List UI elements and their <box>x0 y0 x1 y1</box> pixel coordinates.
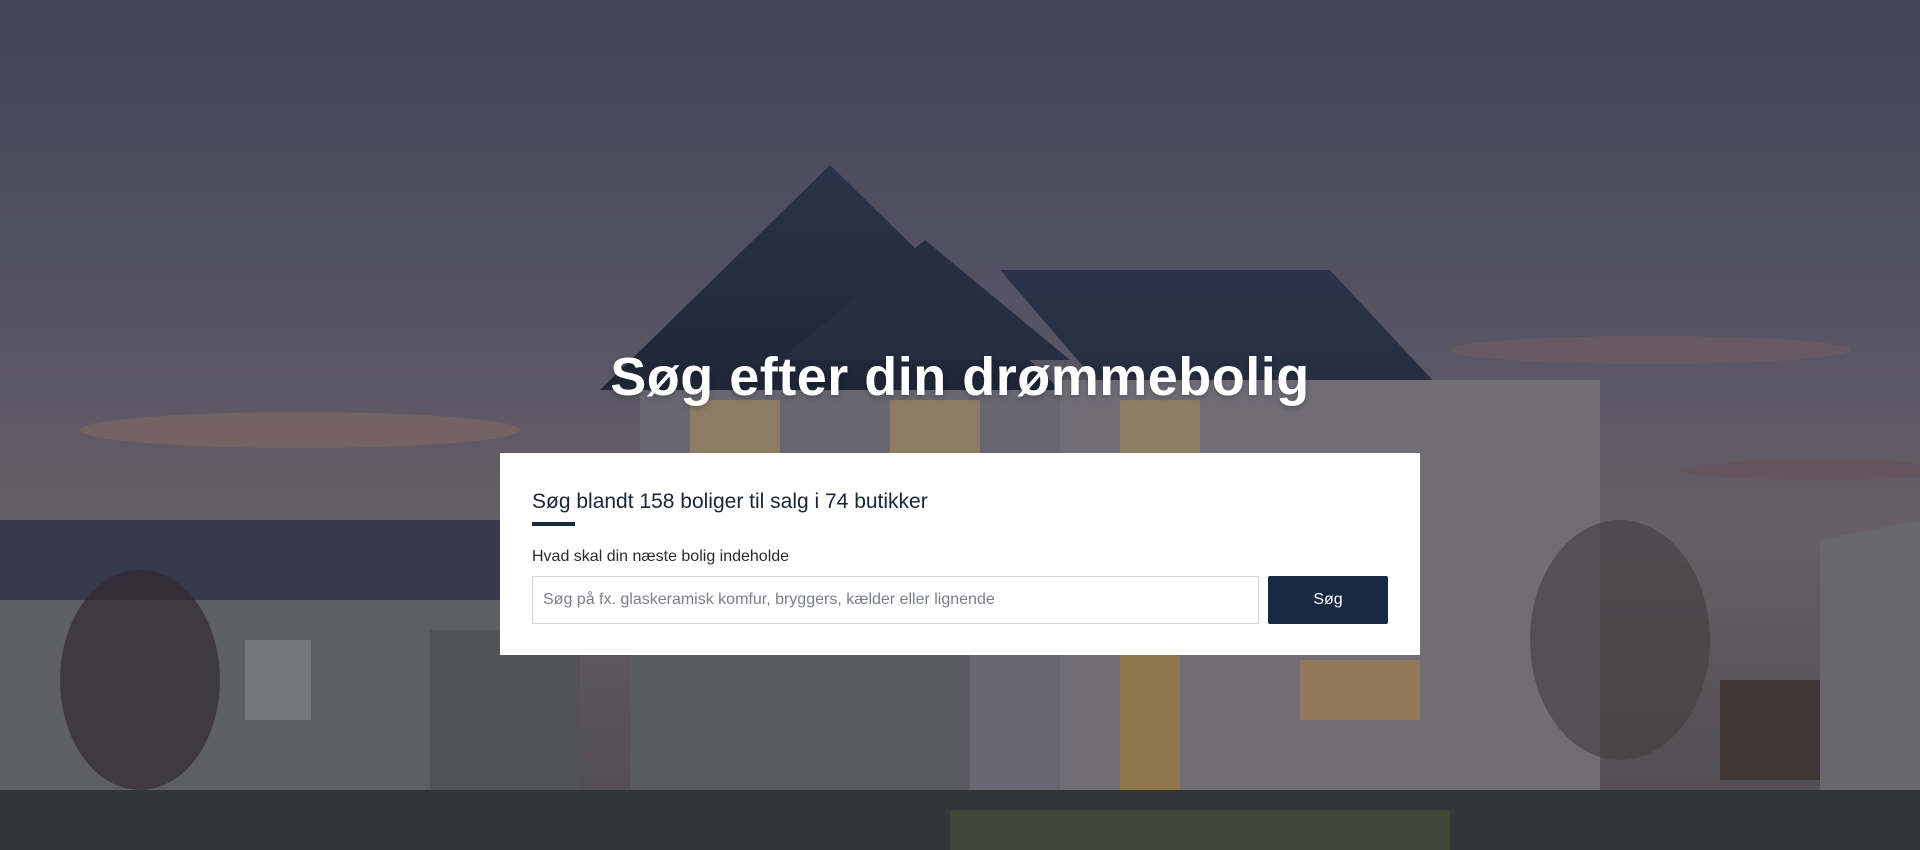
search-button[interactable]: Søg <box>1268 576 1388 624</box>
search-field-label: Hvad skal din næste bolig indeholde <box>532 548 790 565</box>
page-title: Søg efter din drømmebolig <box>610 347 1310 407</box>
search-row: Søg <box>532 576 1388 624</box>
hero-section: Søg efter din drømmebolig Søg blandt 158… <box>0 0 1920 850</box>
search-card-heading: Søg blandt 158 boliger til salg i 74 but… <box>532 490 928 513</box>
image-overlay <box>0 0 1920 850</box>
search-input[interactable] <box>532 576 1259 624</box>
heading-underline <box>532 522 575 526</box>
search-card: Søg blandt 158 boliger til salg i 74 but… <box>500 453 1420 655</box>
